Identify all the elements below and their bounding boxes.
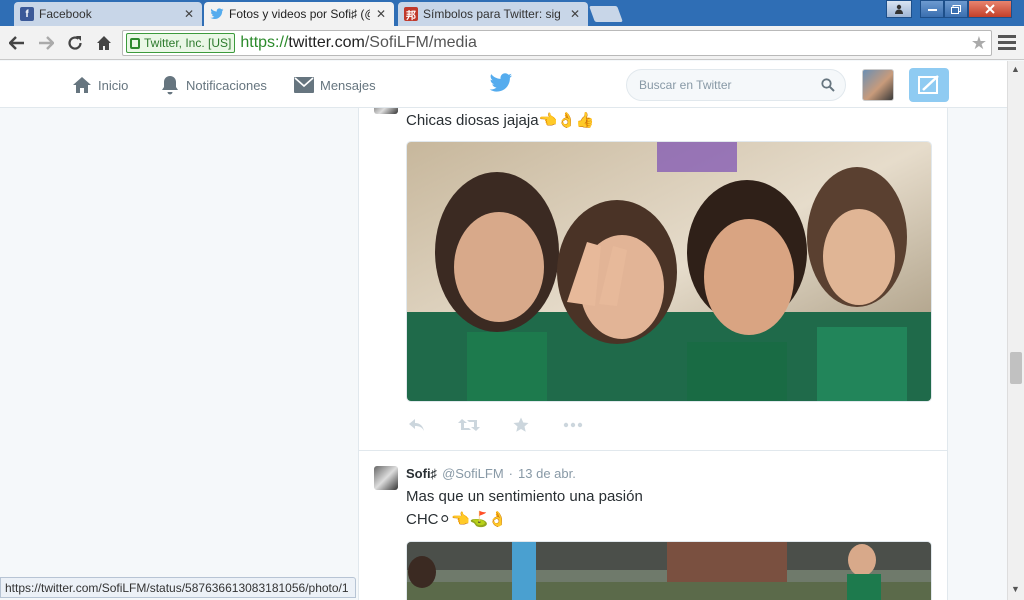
page-scrollbar[interactable]: ▲ ▼ [1007, 61, 1024, 600]
tweet-actions [406, 416, 584, 434]
tab-twitter-media[interactable]: Fotos y videos por Sofi♯ (@ ✕ [204, 2, 394, 26]
search-input[interactable]: Buscar en Twitter [626, 69, 846, 101]
tweet-date[interactable]: 13 de abr. [518, 466, 576, 481]
close-icon[interactable]: ✕ [374, 7, 388, 21]
close-window-button[interactable] [968, 0, 1012, 18]
reply-button[interactable] [406, 416, 428, 434]
compose-tweet-button[interactable] [909, 68, 949, 102]
tweet-separator: · [508, 466, 514, 481]
arrow-right-icon [39, 36, 54, 50]
browser-tab-strip: f Facebook ✕ Fotos y videos por Sofi♯ (@… [0, 0, 1024, 26]
security-indicator[interactable]: Twitter, Inc. [US] [126, 33, 236, 53]
user-profile-button[interactable] [886, 0, 912, 18]
tab-facebook[interactable]: f Facebook ✕ [14, 2, 202, 26]
arrow-left-icon [9, 36, 24, 50]
profile-avatar[interactable] [862, 69, 894, 101]
retweet-button[interactable] [458, 416, 480, 434]
twitter-icon [210, 7, 224, 21]
minimize-icon [927, 8, 937, 11]
symbols-site-icon: 邦 [404, 7, 418, 22]
nav-notifications[interactable]: Notificaciones [160, 75, 267, 95]
search-icon[interactable] [821, 78, 835, 92]
restore-icon [951, 4, 961, 14]
home-icon [72, 75, 92, 95]
tab-label: Fotos y videos por Sofi♯ (@ [229, 7, 370, 21]
scroll-down-icon[interactable]: ▼ [1011, 584, 1020, 594]
compose-quill-icon [918, 75, 939, 94]
envelope-icon [294, 75, 314, 95]
favorite-button[interactable] [510, 416, 532, 434]
retweet-icon [458, 419, 480, 431]
url-path: /SofiLFM/media [364, 34, 477, 51]
tweet-header: Sofi♯ @SofiLFM · 13 de abr. [406, 466, 576, 481]
tweet-author-handle[interactable]: @SofiLFM [442, 466, 504, 481]
tweet-text-line2: CHC⚪👈⛳👌 [406, 511, 508, 528]
nav-label: Mensajes [320, 77, 376, 93]
browser-menu-icon[interactable] [998, 33, 1016, 53]
minimize-button[interactable] [920, 0, 944, 18]
new-tab-button[interactable] [589, 6, 623, 22]
search-placeholder: Buscar en Twitter [639, 78, 732, 92]
twitter-bird-icon[interactable] [489, 73, 513, 95]
close-icon [985, 4, 995, 14]
ellipsis-icon [563, 422, 583, 428]
media-timeline: Chicas diosas jajaja👈👌👍 Sofi♯ @SofiLFM ·… [358, 108, 948, 600]
nav-messages[interactable]: Mensajes [294, 75, 376, 95]
url-scheme: https:// [240, 34, 289, 51]
user-icon [895, 4, 903, 14]
facebook-icon: f [20, 7, 34, 21]
photo-image [407, 542, 931, 600]
tweet-divider [359, 450, 947, 451]
url-host: twitter.com [288, 34, 365, 51]
lock-icon [130, 37, 140, 49]
url-text[interactable]: https://twitter.com/SofiLFM/media [240, 34, 477, 52]
reload-button[interactable] [64, 32, 86, 54]
tweet-text: Mas que un sentimiento una pasión [406, 488, 643, 505]
address-bar[interactable]: Twitter, Inc. [US] https://twitter.com/S… [122, 30, 992, 56]
close-icon[interactable]: ✕ [182, 7, 196, 21]
photo-image [407, 142, 931, 401]
nav-home[interactable]: Inicio [72, 75, 128, 95]
scroll-up-icon[interactable]: ▲ [1011, 64, 1020, 74]
bookmark-star-icon[interactable]: ★ [971, 33, 987, 54]
home-button[interactable] [93, 32, 115, 54]
reply-icon [409, 419, 424, 431]
back-button[interactable] [6, 32, 28, 54]
tweet-author-name[interactable]: Sofi♯ [406, 466, 437, 481]
tab-label: Facebook [39, 7, 92, 21]
forward-button[interactable] [35, 32, 57, 54]
tweet-photo[interactable] [406, 541, 932, 600]
nav-label: Inicio [98, 77, 129, 93]
twitter-header: Inicio Notificaciones Mensajes Buscar en… [0, 61, 1007, 108]
tweet-avatar[interactable] [374, 108, 398, 114]
link-status-bar: https://twitter.com/SofiLFM/status/58763… [0, 577, 356, 598]
more-options-button[interactable] [562, 416, 584, 434]
bell-icon [160, 75, 180, 95]
home-icon [97, 36, 111, 50]
scrollbar-thumb[interactable] [1010, 352, 1022, 384]
tweet-photo[interactable] [406, 141, 932, 402]
maximize-button[interactable] [944, 0, 968, 18]
reload-icon [68, 36, 82, 50]
tab-symbols[interactable]: 邦 Símbolos para Twitter: sig ✕ [398, 2, 588, 26]
star-icon [513, 417, 529, 432]
security-label: Twitter, Inc. [US] [144, 36, 232, 50]
tweet-text: Chicas diosas jajaja👈👌👍 [406, 112, 595, 129]
close-icon[interactable]: ✕ [568, 7, 582, 21]
tab-label: Símbolos para Twitter: sig [423, 7, 561, 21]
browser-toolbar: Twitter, Inc. [US] https://twitter.com/S… [0, 26, 1024, 60]
tweet-avatar[interactable] [374, 466, 398, 490]
window-controls [886, 0, 1012, 18]
nav-label: Notificaciones [186, 77, 267, 93]
